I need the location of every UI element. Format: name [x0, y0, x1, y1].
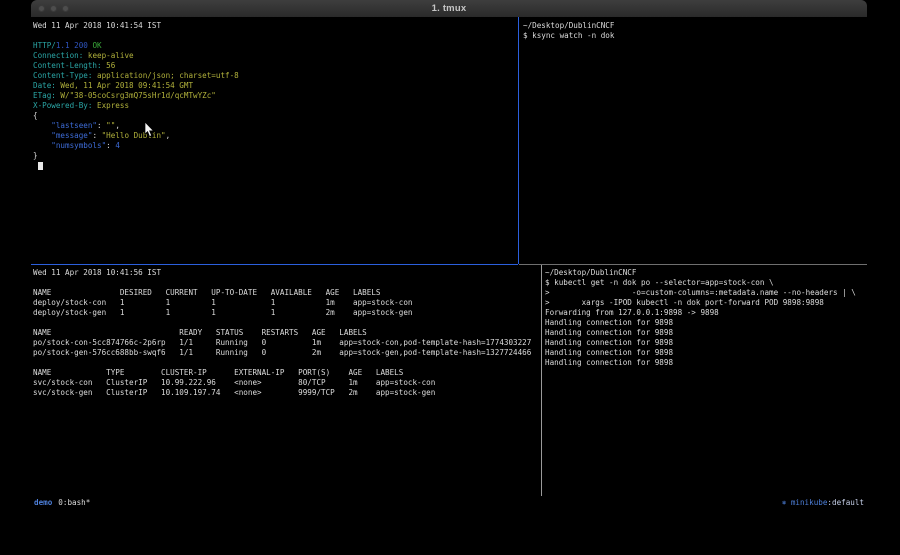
json-field: "message": "Hello Dublin", [33, 131, 516, 141]
http-protocol: HTTP/ [33, 41, 56, 50]
json-field: "numsymbols": 4 [33, 141, 516, 151]
header-name: X-Powered-By: [33, 101, 92, 110]
timestamp: Wed 11 Apr 2018 10:41:54 IST [33, 21, 516, 31]
json-key: "message" [33, 131, 92, 140]
titlebar[interactable]: 1. tmux [31, 0, 867, 17]
header-value: Express [92, 101, 129, 110]
kube-context: minikube [791, 498, 828, 507]
table-row: deploy/stock-gen 1 1 1 1 2m app=stock-ge… [33, 308, 539, 318]
header-name: Content-Length: [33, 61, 102, 70]
status-left: demo 0:bash* [34, 498, 90, 508]
header-value: 56 [102, 61, 116, 70]
output-line: Handling connection for 9898 [545, 358, 865, 368]
tmux-session: Wed 11 Apr 2018 10:41:54 IST HTTP/1.1 20… [31, 17, 867, 509]
blank-line [33, 358, 539, 368]
output-line: Handling connection for 9898 [545, 318, 865, 328]
json-key: "numsymbols" [33, 141, 106, 150]
minimize-button[interactable] [50, 5, 57, 12]
kube-namespace: :default [827, 498, 864, 507]
json-field: "lastseen": "", [33, 121, 516, 131]
table-row: po/stock-gen-576cc688bb-swqf6 1/1 Runnin… [33, 348, 539, 358]
deployments-header: NAME DESIRED CURRENT UP-TO-DATE AVAILABL… [33, 288, 539, 298]
output-line: Handling connection for 9898 [545, 328, 865, 338]
window-label[interactable]: 0:bash* [58, 498, 90, 507]
cwd: ~/Desktop/DublinCNCF [523, 21, 863, 31]
cursor-line [33, 161, 516, 171]
timestamp: Wed 11 Apr 2018 10:41:56 IST [33, 268, 539, 278]
http-header: Content-Length: 56 [33, 61, 516, 71]
output-line: Forwarding from 127.0.0.1:9898 -> 9898 [545, 308, 865, 318]
session-name: demo [34, 498, 52, 507]
json-open-brace: { [33, 111, 516, 121]
http-header: X-Powered-By: Express [33, 101, 516, 111]
shell-command-continuation: > xargs -IPOD kubectl -n dok port-forwar… [545, 298, 865, 308]
cwd: ~/Desktop/DublinCNCF [545, 268, 865, 278]
close-button[interactable] [38, 5, 45, 12]
shell-command-continuation: > -o=custom-columns=:metadata.name --no-… [545, 288, 865, 298]
status-right: ⎈ minikube:default [782, 498, 864, 508]
table-row: po/stock-con-5cc874766c-2p6rp 1/1 Runnin… [33, 338, 539, 348]
header-value: Wed, 11 Apr 2018 09:41:54 GMT [56, 81, 193, 90]
pane-kubectl-watch[interactable]: Wed 11 Apr 2018 10:41:56 IST NAME DESIRE… [33, 268, 539, 496]
http-header: Date: Wed, 11 Apr 2018 09:41:54 GMT [33, 81, 516, 91]
helm-wheel-icon: ⎈ [782, 498, 791, 507]
header-value: W/"38-05coCsrg3mQ75sHr1d/qcMTwYZc" [56, 91, 216, 100]
pane-port-forward[interactable]: ~/Desktop/DublinCNCF $ kubectl get -n do… [545, 268, 865, 496]
table-row: svc/stock-con ClusterIP 10.99.222.96 <no… [33, 378, 539, 388]
json-close-brace: } [33, 151, 516, 161]
pane-divider-horizontal-right[interactable] [519, 264, 867, 265]
pane-http-response[interactable]: Wed 11 Apr 2018 10:41:54 IST HTTP/1.1 20… [33, 21, 516, 263]
pane-divider-vertical-top[interactable] [518, 17, 519, 264]
window-title: 1. tmux [432, 3, 467, 14]
http-status-code: 1.1 200 [56, 41, 93, 50]
pane-ksync[interactable]: ~/Desktop/DublinCNCF $ ksync watch -n do… [523, 21, 863, 263]
header-name: Content-Type: [33, 71, 92, 80]
pods-header: NAME READY STATUS RESTARTS AGE LABELS [33, 328, 539, 338]
services-header: NAME TYPE CLUSTER-IP EXTERNAL-IP PORT(S)… [33, 368, 539, 378]
table-row: svc/stock-gen ClusterIP 10.109.197.74 <n… [33, 388, 539, 398]
header-value: application/json; charset=utf-8 [92, 71, 238, 80]
terminal-window: 1. tmux Wed 11 Apr 2018 10:41:54 IST HTT… [31, 0, 867, 509]
http-header: Content-Type: application/json; charset=… [33, 71, 516, 81]
http-header: Connection: keep-alive [33, 51, 516, 61]
zoom-button[interactable] [62, 5, 69, 12]
header-value: keep-alive [83, 51, 133, 60]
json-value: "" [106, 121, 115, 130]
blank-line [33, 278, 539, 288]
header-name: Connection: [33, 51, 83, 60]
terminal-cursor [38, 162, 43, 170]
traffic-lights [38, 5, 69, 12]
blank-line [33, 31, 516, 41]
http-reason: OK [92, 41, 101, 50]
header-name: Date: [33, 81, 56, 90]
json-value: 4 [115, 141, 120, 150]
output-line: Handling connection for 9898 [545, 338, 865, 348]
http-header: ETag: W/"38-05coCsrg3mQ75sHr1d/qcMTwYZc" [33, 91, 516, 101]
output-line: Handling connection for 9898 [545, 348, 865, 358]
json-value: "Hello Dublin" [102, 131, 166, 140]
header-name: ETag: [33, 91, 56, 100]
pane-divider-vertical-bottom[interactable] [541, 265, 542, 496]
pane-divider-horizontal-left[interactable] [31, 264, 518, 265]
shell-command: $ kubectl get -n dok po --selector=app=s… [545, 278, 865, 288]
shell-command: $ ksync watch -n dok [523, 31, 863, 41]
mouse-pointer-icon [144, 122, 155, 138]
tmux-status-bar: demo 0:bash* ⎈ minikube:default [31, 497, 867, 509]
table-row: deploy/stock-con 1 1 1 1 1m app=stock-co… [33, 298, 539, 308]
http-status-line: HTTP/1.1 200 OK [33, 41, 516, 51]
json-key: "lastseen" [33, 121, 97, 130]
blank-line [33, 318, 539, 328]
